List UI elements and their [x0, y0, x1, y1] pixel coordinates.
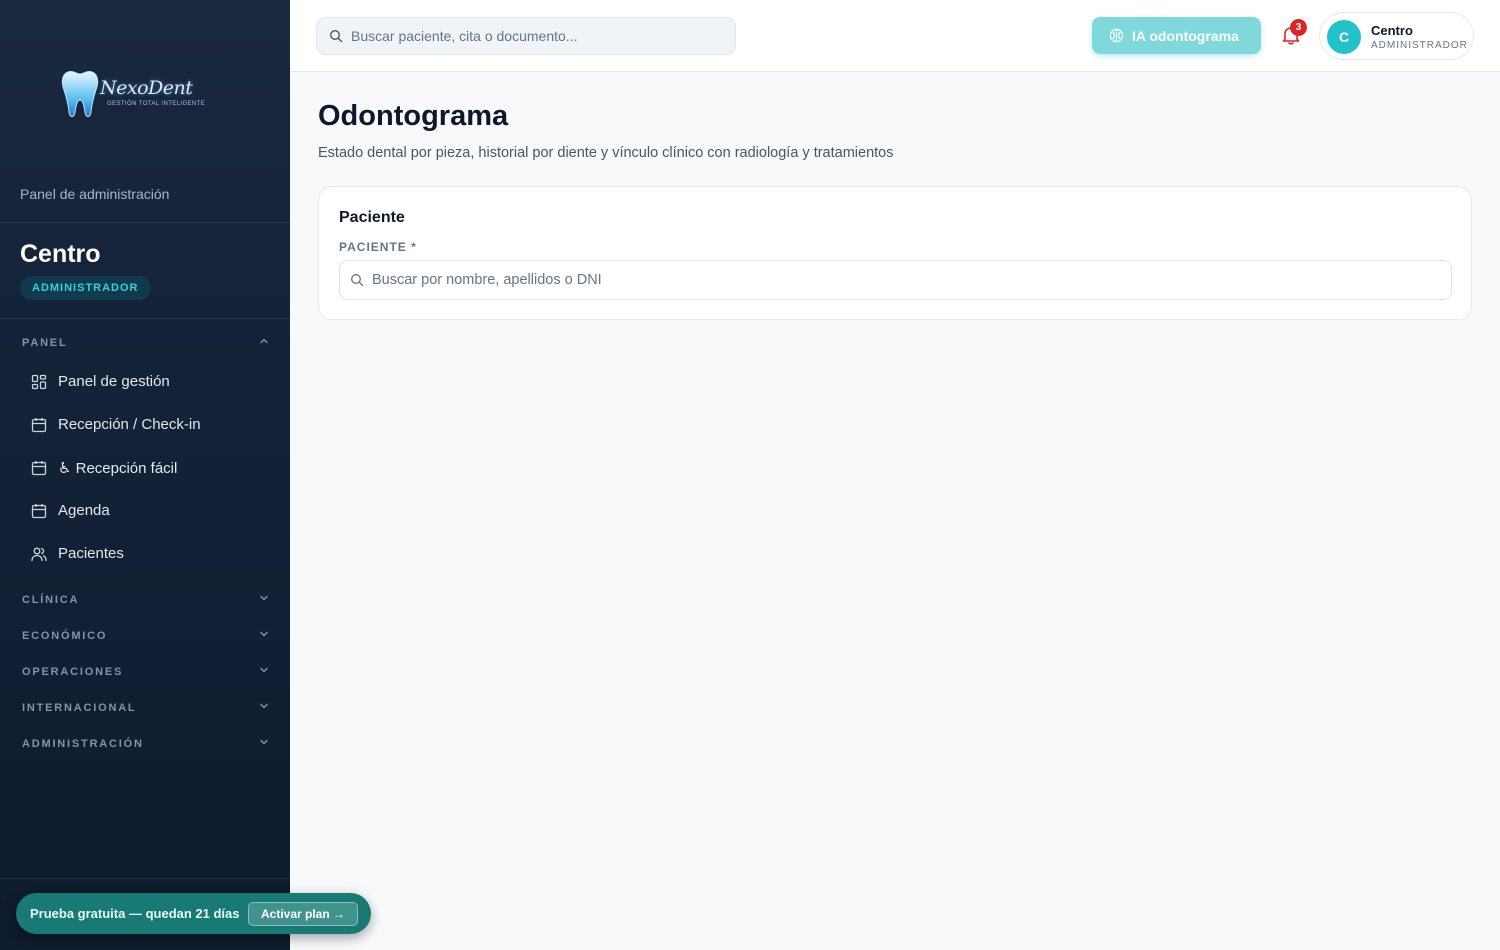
section-label: ECONÓMICO: [22, 630, 108, 642]
ai-button-label: IA odontograma: [1132, 28, 1239, 44]
calendar-icon: [31, 504, 47, 519]
sidebar-subtitle: Panel de administración: [20, 186, 170, 202]
brand-logo[interactable]: NexoDent GESTIÓN TOTAL INTELIGENTE: [60, 68, 205, 124]
ai-odontogram-button[interactable]: IA odontograma: [1092, 17, 1261, 54]
sidebar: NexoDent GESTIÓN TOTAL INTELIGENTE Panel…: [0, 0, 290, 950]
section-clinica[interactable]: CLÍNICA: [22, 594, 270, 606]
sidebar-item-agenda[interactable]: Agenda: [16, 493, 274, 529]
brain-icon: [1109, 28, 1124, 43]
chevron-up-icon: [260, 338, 268, 344]
section-economico[interactable]: ECONÓMICO: [22, 630, 270, 642]
sidebar-item-panel-gestion[interactable]: Panel de gestión: [16, 364, 274, 400]
divider: [0, 878, 290, 879]
sidebar-item-label: Agenda: [58, 502, 110, 519]
grid-icon: [31, 374, 47, 390]
section-label: CLÍNICA: [22, 594, 80, 606]
brand-name: NexoDent: [100, 77, 193, 99]
tooth-icon: [61, 70, 99, 117]
patient-search-field[interactable]: [339, 260, 1452, 300]
sidebar-item-label: ♿ Recepción fácil: [58, 460, 178, 477]
chevron-down-icon: [260, 667, 268, 673]
chevron-down-icon: [260, 595, 268, 601]
page-title: Odontograma: [318, 100, 509, 132]
user-menu[interactable]: C Centro ADMINISTRADOR: [1319, 12, 1474, 60]
chevron-down-icon: [260, 631, 268, 637]
section-label: ADMINISTRACIÓN: [22, 738, 144, 750]
role-badge: ADMINISTRADOR: [20, 276, 151, 300]
search-icon: [351, 274, 364, 287]
sidebar-item-label: Pacientes: [58, 545, 124, 562]
calendar-icon: [31, 461, 47, 476]
brand-tagline: GESTIÓN TOTAL INTELIGENTE: [107, 101, 206, 107]
chevron-down-icon: [260, 739, 268, 745]
divider: [0, 318, 290, 319]
user-role: ADMINISTRADOR: [1371, 40, 1468, 51]
patient-search-input[interactable]: [372, 261, 1432, 299]
section-administracion[interactable]: ADMINISTRACIÓN: [22, 738, 270, 750]
top-bar: IA odontograma 3 C Centro ADMINISTRADOR: [290, 0, 1500, 72]
sidebar-item-label: Panel de gestión: [58, 373, 170, 390]
divider: [0, 222, 290, 223]
section-panel[interactable]: PANEL: [22, 337, 270, 349]
section-internacional[interactable]: INTERNACIONAL: [22, 702, 270, 714]
page-subtitle: Estado dental por pieza, historial por d…: [318, 145, 894, 161]
clinic-name: Centro: [20, 240, 101, 268]
patient-card: Paciente PACIENTE *: [318, 186, 1472, 320]
section-label: PANEL: [22, 337, 68, 349]
trial-banner: Prueba gratuita — quedan 21 días Activar…: [16, 893, 371, 934]
users-icon: [31, 547, 47, 562]
section-label: OPERACIONES: [22, 666, 124, 678]
global-search[interactable]: [316, 17, 736, 55]
user-name: Centro: [1371, 23, 1413, 38]
card-title: Paciente: [339, 209, 405, 226]
sidebar-item-pacientes[interactable]: Pacientes: [16, 536, 274, 572]
section-label: INTERNACIONAL: [22, 702, 137, 714]
notification-badge: 3: [1290, 19, 1307, 36]
avatar: C: [1327, 20, 1361, 54]
search-input[interactable]: [351, 18, 721, 54]
sidebar-item-recepcion-checkin[interactable]: Recepción / Check-in: [16, 407, 274, 443]
activate-plan-button[interactable]: Activar plan →: [248, 902, 359, 926]
patient-field-label: PACIENTE *: [339, 240, 417, 254]
chevron-down-icon: [260, 703, 268, 709]
sidebar-item-recepcion-facil[interactable]: ♿ Recepción fácil: [16, 450, 274, 486]
trial-text: Prueba gratuita — quedan 21 días: [30, 906, 240, 921]
section-operaciones[interactable]: OPERACIONES: [22, 666, 270, 678]
sidebar-item-label: Recepción / Check-in: [58, 416, 201, 433]
calendar-icon: [31, 418, 47, 433]
search-icon: [329, 29, 343, 43]
